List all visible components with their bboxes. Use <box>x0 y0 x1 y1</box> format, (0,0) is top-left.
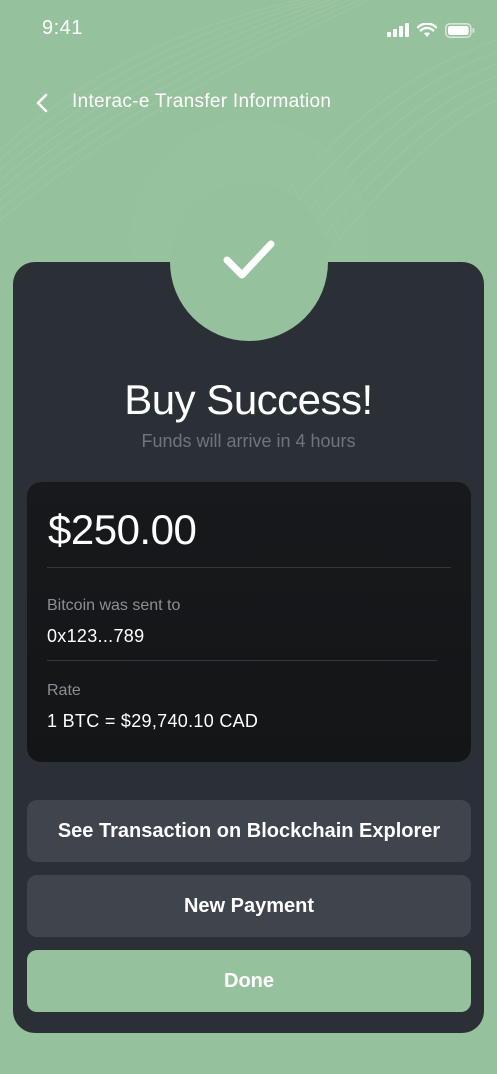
cellular-signal-icon <box>387 23 409 37</box>
rate-value: 1 BTC = $29,740.10 CAD <box>47 711 259 731</box>
wifi-icon <box>417 22 437 37</box>
amount-value: $250.00 <box>48 506 197 553</box>
status-icons <box>387 20 475 40</box>
checkmark-icon <box>223 240 275 279</box>
divider <box>47 660 437 661</box>
divider <box>47 567 451 568</box>
page-title: Interac-e Transfer Information <box>72 91 332 112</box>
status-time: 9:41 <box>42 17 83 39</box>
done-button[interactable]: Done <box>27 950 471 1012</box>
rate-label: Rate <box>47 682 81 699</box>
success-subtitle: Funds will arrive in 4 hours <box>141 431 356 451</box>
success-title: Buy Success! <box>124 376 373 423</box>
status-bar: 9:41 <box>0 0 497 58</box>
recipient-label: Bitcoin was sent to <box>47 597 181 614</box>
recipient-address: 0x123...789 <box>47 626 145 646</box>
chevron-left-icon <box>36 93 48 113</box>
nav-header: Interac-e Transfer Information <box>0 82 497 124</box>
success-badge <box>170 183 328 341</box>
back-button[interactable] <box>28 86 56 120</box>
blockchain-explorer-button[interactable]: See Transaction on Blockchain Explorer <box>27 800 471 862</box>
new-payment-button[interactable]: New Payment <box>27 875 471 937</box>
battery-icon <box>445 22 475 38</box>
transaction-details: $250.00 Bitcoin was sent to 0x123...789 … <box>27 482 471 762</box>
